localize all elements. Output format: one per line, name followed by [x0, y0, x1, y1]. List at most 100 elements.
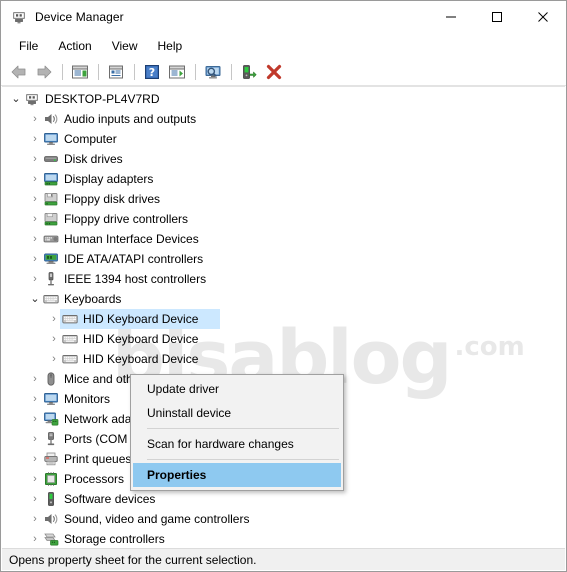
close-button[interactable]: [520, 1, 566, 33]
toolbar-separator-4: [195, 63, 196, 80]
tree-node-label: IDE ATA/ATAPI controllers: [64, 252, 204, 266]
tree-node[interactable]: › IDE ATA/ATAPI controllers: [2, 249, 565, 269]
tree-node-label: DESKTOP-PL4V7RD: [45, 92, 160, 106]
window-controls: [428, 1, 566, 33]
chevron-right-icon[interactable]: ›: [46, 329, 62, 349]
minimize-button[interactable]: [428, 1, 474, 33]
properties-icon[interactable]: [104, 61, 128, 83]
chevron-right-icon[interactable]: ›: [46, 309, 62, 329]
show-hide-console-tree-icon[interactable]: [68, 61, 92, 83]
tree-node[interactable]: › Software devices: [2, 489, 565, 509]
menu-file[interactable]: File: [9, 36, 48, 56]
computer-root-icon: [24, 91, 40, 107]
chevron-right-icon[interactable]: ›: [27, 229, 43, 249]
chevron-right-icon[interactable]: ›: [27, 449, 43, 469]
tree-node[interactable]: › Computer: [2, 129, 565, 149]
tree-node[interactable]: › Human Interface Devices: [2, 229, 565, 249]
chevron-right-icon[interactable]: ›: [27, 249, 43, 269]
chevron-right-icon[interactable]: ›: [27, 269, 43, 289]
tree-node[interactable]: › Disk drives: [2, 149, 565, 169]
storage-controller-icon: [43, 531, 59, 547]
chevron-down-icon[interactable]: ⌄: [8, 89, 24, 109]
keyboard-icon: [62, 331, 78, 347]
tree-node-label: Computer: [64, 132, 117, 146]
toolbar-separator-5: [231, 63, 232, 80]
tree-node-label: Sound, video and game controllers: [64, 512, 250, 526]
tree-node[interactable]: › Audio inputs and outputs: [2, 109, 565, 129]
tree-node-label: Display adapters: [64, 172, 154, 186]
tree-node[interactable]: › Floppy drive controllers: [2, 209, 565, 229]
tree-node-label: Disk drives: [64, 152, 123, 166]
context-menu-item-update-driver[interactable]: Update driver: [131, 377, 343, 401]
chevron-right-icon[interactable]: ›: [27, 149, 43, 169]
toolbar: ?: [1, 58, 566, 86]
keyboard-icon: [62, 311, 78, 327]
ide-controller-icon: [43, 251, 59, 267]
show-hide-action-pane-icon[interactable]: [165, 61, 189, 83]
tree-node[interactable]: › HID Keyboard Device: [2, 349, 565, 369]
tree-node-label: Processors: [64, 472, 125, 486]
tree-node-label: IEEE 1394 host controllers: [64, 272, 207, 286]
tree-node[interactable]: › IEEE 1394 host controllers: [2, 269, 565, 289]
tree-node-label: Monitors: [64, 392, 111, 406]
window-title: Device Manager: [35, 10, 124, 24]
back-icon[interactable]: [7, 61, 31, 83]
help-icon[interactable]: ?: [140, 61, 164, 83]
tree-node-label: Print queues: [64, 452, 132, 466]
context-menu-item-uninstall-device[interactable]: Uninstall device: [131, 401, 343, 425]
chevron-right-icon[interactable]: ›: [27, 129, 43, 149]
chevron-right-icon[interactable]: ›: [27, 109, 43, 129]
device-tree-panel[interactable]: bisablog .com ⌄ DESKTOP-PL4V7RD › Audio inpu…: [2, 86, 565, 551]
tree-node[interactable]: › Floppy disk drives: [2, 189, 565, 209]
context-menu-separator-1: [147, 428, 339, 429]
chevron-right-icon[interactable]: ›: [27, 489, 43, 509]
speaker-icon: [43, 511, 59, 527]
update-driver-icon[interactable]: [237, 61, 261, 83]
chevron-right-icon[interactable]: ›: [27, 509, 43, 529]
context-menu[interactable]: Update driver Uninstall device Scan for …: [130, 374, 344, 491]
tree-node-label: Storage controllers: [64, 532, 165, 546]
context-menu-separator-2: [147, 459, 339, 460]
forward-icon[interactable]: [32, 61, 56, 83]
floppy-controller-icon: [43, 211, 59, 227]
svg-text:?: ?: [149, 66, 155, 79]
context-menu-item-properties[interactable]: Properties: [133, 463, 341, 487]
ieee1394-icon: [43, 271, 59, 287]
uninstall-device-icon[interactable]: [262, 61, 286, 83]
tree-root-node[interactable]: ⌄ DESKTOP-PL4V7RD: [2, 89, 565, 109]
chevron-right-icon[interactable]: ›: [27, 429, 43, 449]
chevron-right-icon[interactable]: ›: [27, 389, 43, 409]
display-adapter-icon: [43, 171, 59, 187]
chevron-right-icon[interactable]: ›: [46, 349, 62, 369]
chevron-right-icon[interactable]: ›: [27, 409, 43, 429]
port-icon: [43, 431, 59, 447]
toolbar-separator-2: [98, 63, 99, 80]
network-adapter-icon: [43, 411, 59, 427]
context-menu-item-scan-for-hardware-changes[interactable]: Scan for hardware changes: [131, 432, 343, 456]
scan-for-hardware-changes-icon[interactable]: [201, 61, 225, 83]
disk-drive-icon: [43, 151, 59, 167]
chevron-right-icon[interactable]: ›: [27, 189, 43, 209]
menu-view[interactable]: View: [102, 36, 148, 56]
chevron-right-icon[interactable]: ›: [27, 369, 43, 389]
menu-action[interactable]: Action: [48, 36, 101, 56]
chevron-down-icon[interactable]: ⌄: [27, 289, 43, 309]
tree-node[interactable]: › Sound, video and game controllers: [2, 509, 565, 529]
tree-node[interactable]: › Storage controllers: [2, 529, 565, 549]
software-device-icon: [43, 491, 59, 507]
tree-node-label: Human Interface Devices: [64, 232, 199, 246]
maximize-button[interactable]: [474, 1, 520, 33]
tree-node[interactable]: › HID Keyboard Device: [2, 329, 565, 349]
chevron-right-icon[interactable]: ›: [27, 529, 43, 549]
tree-node[interactable]: › HID Keyboard Device: [2, 309, 565, 329]
monitor-icon: [43, 131, 59, 147]
menu-help[interactable]: Help: [148, 36, 193, 56]
chevron-right-icon[interactable]: ›: [27, 169, 43, 189]
toolbar-separator-1: [62, 63, 63, 80]
tree-node[interactable]: › Display adapters: [2, 169, 565, 189]
status-bar: Opens property sheet for the current sel…: [2, 548, 565, 570]
chevron-right-icon[interactable]: ›: [27, 469, 43, 489]
tree-node-label: Floppy drive controllers: [64, 212, 189, 226]
chevron-right-icon[interactable]: ›: [27, 209, 43, 229]
tree-node[interactable]: ⌄ Keyboards: [2, 289, 565, 309]
